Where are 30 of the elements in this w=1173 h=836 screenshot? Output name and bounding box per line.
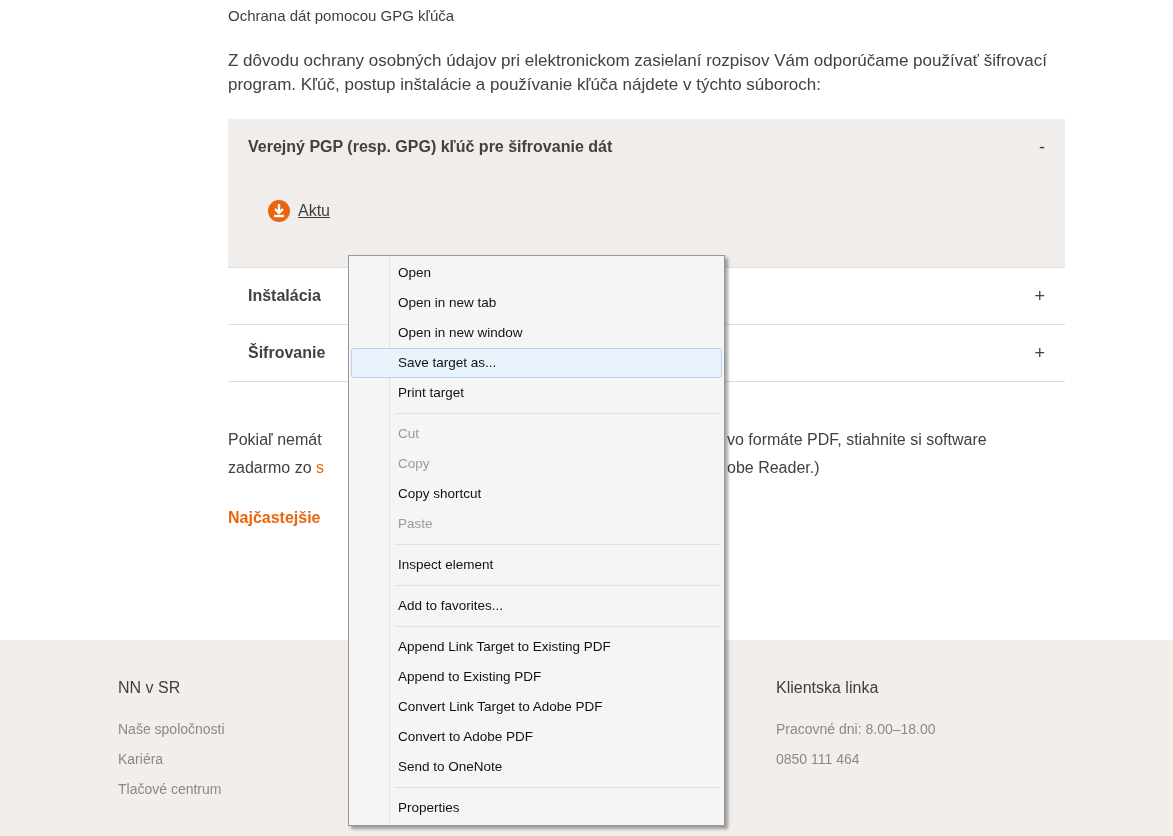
menu-item[interactable]: Save target as...: [351, 348, 722, 378]
menu-item[interactable]: Properties: [351, 793, 722, 823]
accordion-title[interactable]: Verejný PGP (resp. GPG) kľúč pre šifrovanie dát: [248, 135, 613, 159]
footer-heading: NN v SR: [118, 678, 181, 698]
section-title: Ochrana dát pomocou GPG kľúča: [228, 6, 456, 26]
download-icon: [268, 200, 290, 222]
expand-toggle[interactable]: +: [1034, 282, 1045, 310]
menu-item[interactable]: Open in new tab: [351, 288, 722, 318]
menu-item[interactable]: Add to favorites...: [351, 591, 722, 621]
note-text: vo formáte PDF, stiahnite si software: [727, 430, 988, 450]
menu-item[interactable]: Print target: [351, 378, 722, 408]
menu-item[interactable]: Append to Existing PDF: [351, 662, 722, 692]
note-text: obe Reader.): [727, 458, 821, 478]
accordion-title[interactable]: Inštalácia: [248, 284, 348, 308]
expand-toggle[interactable]: +: [1034, 339, 1045, 367]
intro-paragraph: Z dôvodu ochrany osobných údajov pri elektronickom zasielaní rozpisov Vám odporúčame používať šifrovací program. Kľúč, postup inštalácie a používanie kľúča nájdete v týchto súboroch:: [228, 50, 1048, 96]
note-text: Pokiaľ nemát: [228, 430, 323, 450]
menu-item[interactable]: Convert to Adobe PDF: [351, 722, 722, 752]
menu-item[interactable]: Send to OneNote: [351, 752, 722, 782]
menu-item[interactable]: Copy shortcut: [351, 479, 722, 509]
menu-item[interactable]: Open: [351, 258, 722, 288]
download-link[interactable]: Aktu: [298, 199, 330, 223]
footer-heading: Klientska linka: [776, 678, 879, 698]
menu-item[interactable]: Inspect element: [351, 550, 722, 580]
menu-item[interactable]: Open in new window: [351, 318, 722, 348]
menu-item[interactable]: Convert Link Target to Adobe PDF: [351, 692, 722, 722]
accordion-title[interactable]: Šifrovanie: [248, 341, 348, 365]
collapse-toggle[interactable]: -: [1039, 133, 1045, 161]
note-text: zadarmo zo: [228, 459, 313, 476]
menu-item[interactable]: Append Link Target to Existing PDF: [351, 632, 722, 662]
